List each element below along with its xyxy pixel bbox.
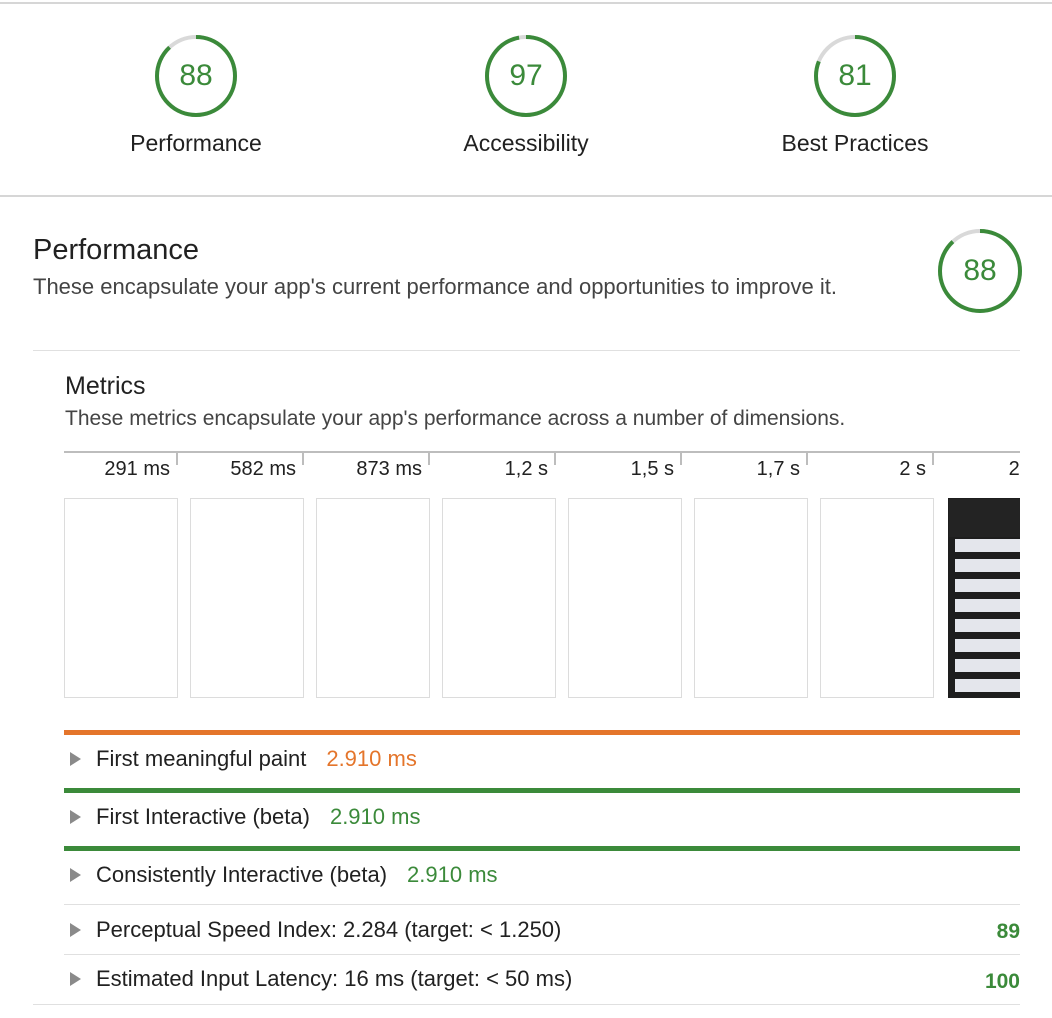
- metric-label: Estimated Input Latency: 16 ms (target: …: [96, 966, 573, 991]
- metrics-description: These metrics encapsulate your app's per…: [65, 407, 846, 430]
- bottom-divider: [33, 1004, 1020, 1005]
- expand-triangle-icon[interactable]: [70, 868, 81, 882]
- expand-triangle-icon[interactable]: [70, 923, 81, 937]
- filmstrip-frame: [442, 498, 556, 698]
- timeline-tick: 1,5 s: [568, 451, 682, 487]
- screenshot-row: [955, 579, 1020, 592]
- filmstrip-frame: [694, 498, 808, 698]
- metric-value: 2.910 ms: [326, 746, 417, 771]
- gauge-ring: 88: [154, 34, 238, 118]
- filmstrip-frame: [190, 498, 304, 698]
- metric-perceptual-speed-index[interactable]: Perceptual Speed Index: 2.284 (target: <…: [64, 904, 1020, 956]
- gauge-score: 88: [179, 59, 213, 92]
- screenshot-row: [955, 539, 1020, 552]
- filmstrip-frame: [316, 498, 430, 698]
- gauge-ring: 81: [813, 34, 897, 118]
- gauge-accessibility[interactable]: 97 Accessibility: [416, 34, 636, 157]
- timeline-tick: 291 ms: [64, 451, 178, 487]
- metric-divider: [64, 904, 1020, 905]
- metric-label: First meaningful paint: [96, 746, 307, 771]
- screenshot-row: [955, 619, 1020, 632]
- gauge-label: Best Practices: [781, 130, 929, 156]
- expand-triangle-icon[interactable]: [70, 810, 81, 824]
- screenshot-header: [949, 499, 1020, 537]
- screenshot-row: [955, 639, 1020, 652]
- metric-label: Perceptual Speed Index: 2.284 (target: <…: [96, 917, 562, 942]
- metric-divider: [64, 954, 1020, 955]
- metric-score: 100: [984, 970, 1020, 993]
- gauge-performance[interactable]: 88 Performance: [86, 34, 306, 157]
- screenshot-row: [955, 679, 1020, 692]
- screenshot-row: [955, 599, 1020, 612]
- expand-triangle-icon[interactable]: [70, 752, 81, 766]
- top-divider: [0, 2, 1052, 4]
- timeline-tick: 582 ms: [190, 451, 304, 487]
- timeline-tick: 1,2 s: [442, 451, 556, 487]
- metric-score: 89: [996, 920, 1020, 943]
- timeline-tick: 873 ms: [316, 451, 430, 487]
- section-divider: [33, 350, 1020, 351]
- metric-consistently-interactive[interactable]: Consistently Interactive (beta) 2.910 ms: [64, 846, 1020, 899]
- metrics-title: Metrics: [65, 372, 146, 400]
- gauge-ring: 97: [484, 34, 568, 118]
- gauge-score: 97: [509, 59, 543, 92]
- filmstrip-frame: [568, 498, 682, 698]
- section-description: These encapsulate your app's current per…: [33, 274, 837, 299]
- timeline-tick: 2 s: [820, 451, 934, 487]
- metric-first-meaningful-paint[interactable]: First meaningful paint 2.910 ms: [64, 730, 1020, 783]
- filmstrip-frame: [64, 498, 178, 698]
- metric-value: 2.910 ms: [407, 862, 498, 887]
- expand-triangle-icon[interactable]: [70, 972, 81, 986]
- gauge-label: Accessibility: [463, 130, 589, 156]
- section-title: Performance: [33, 234, 200, 266]
- filmstrip: 291 ms 582 ms 873 ms 1,2 s 1,5 s 1,7 s 2…: [64, 451, 1020, 701]
- screenshot-row: [955, 559, 1020, 572]
- gauge-score: 81: [838, 59, 872, 92]
- scores-divider: [0, 195, 1052, 197]
- timeline-tick: 1,7 s: [694, 451, 808, 487]
- metric-value: 2.910 ms: [329, 804, 421, 829]
- metric-label: First Interactive (beta): [96, 804, 310, 829]
- section-score: 88: [963, 254, 997, 287]
- metric-first-interactive[interactable]: First Interactive (beta) 2.910 ms: [64, 788, 1020, 841]
- gauge-label: Performance: [130, 130, 262, 156]
- timeline-tick: 2,3 s: [946, 451, 1020, 487]
- metric-estimated-input-latency[interactable]: Estimated Input Latency: 16 ms (target: …: [64, 954, 1020, 1004]
- filmstrip-frame-screenshot: [948, 498, 1020, 698]
- gauge-best-practices[interactable]: 81 Best Practices: [745, 34, 965, 157]
- metric-label: Consistently Interactive (beta): [96, 862, 388, 887]
- filmstrip-frame: [820, 498, 934, 698]
- section-score-gauge: 88: [937, 228, 1023, 314]
- screenshot-row: [955, 659, 1020, 672]
